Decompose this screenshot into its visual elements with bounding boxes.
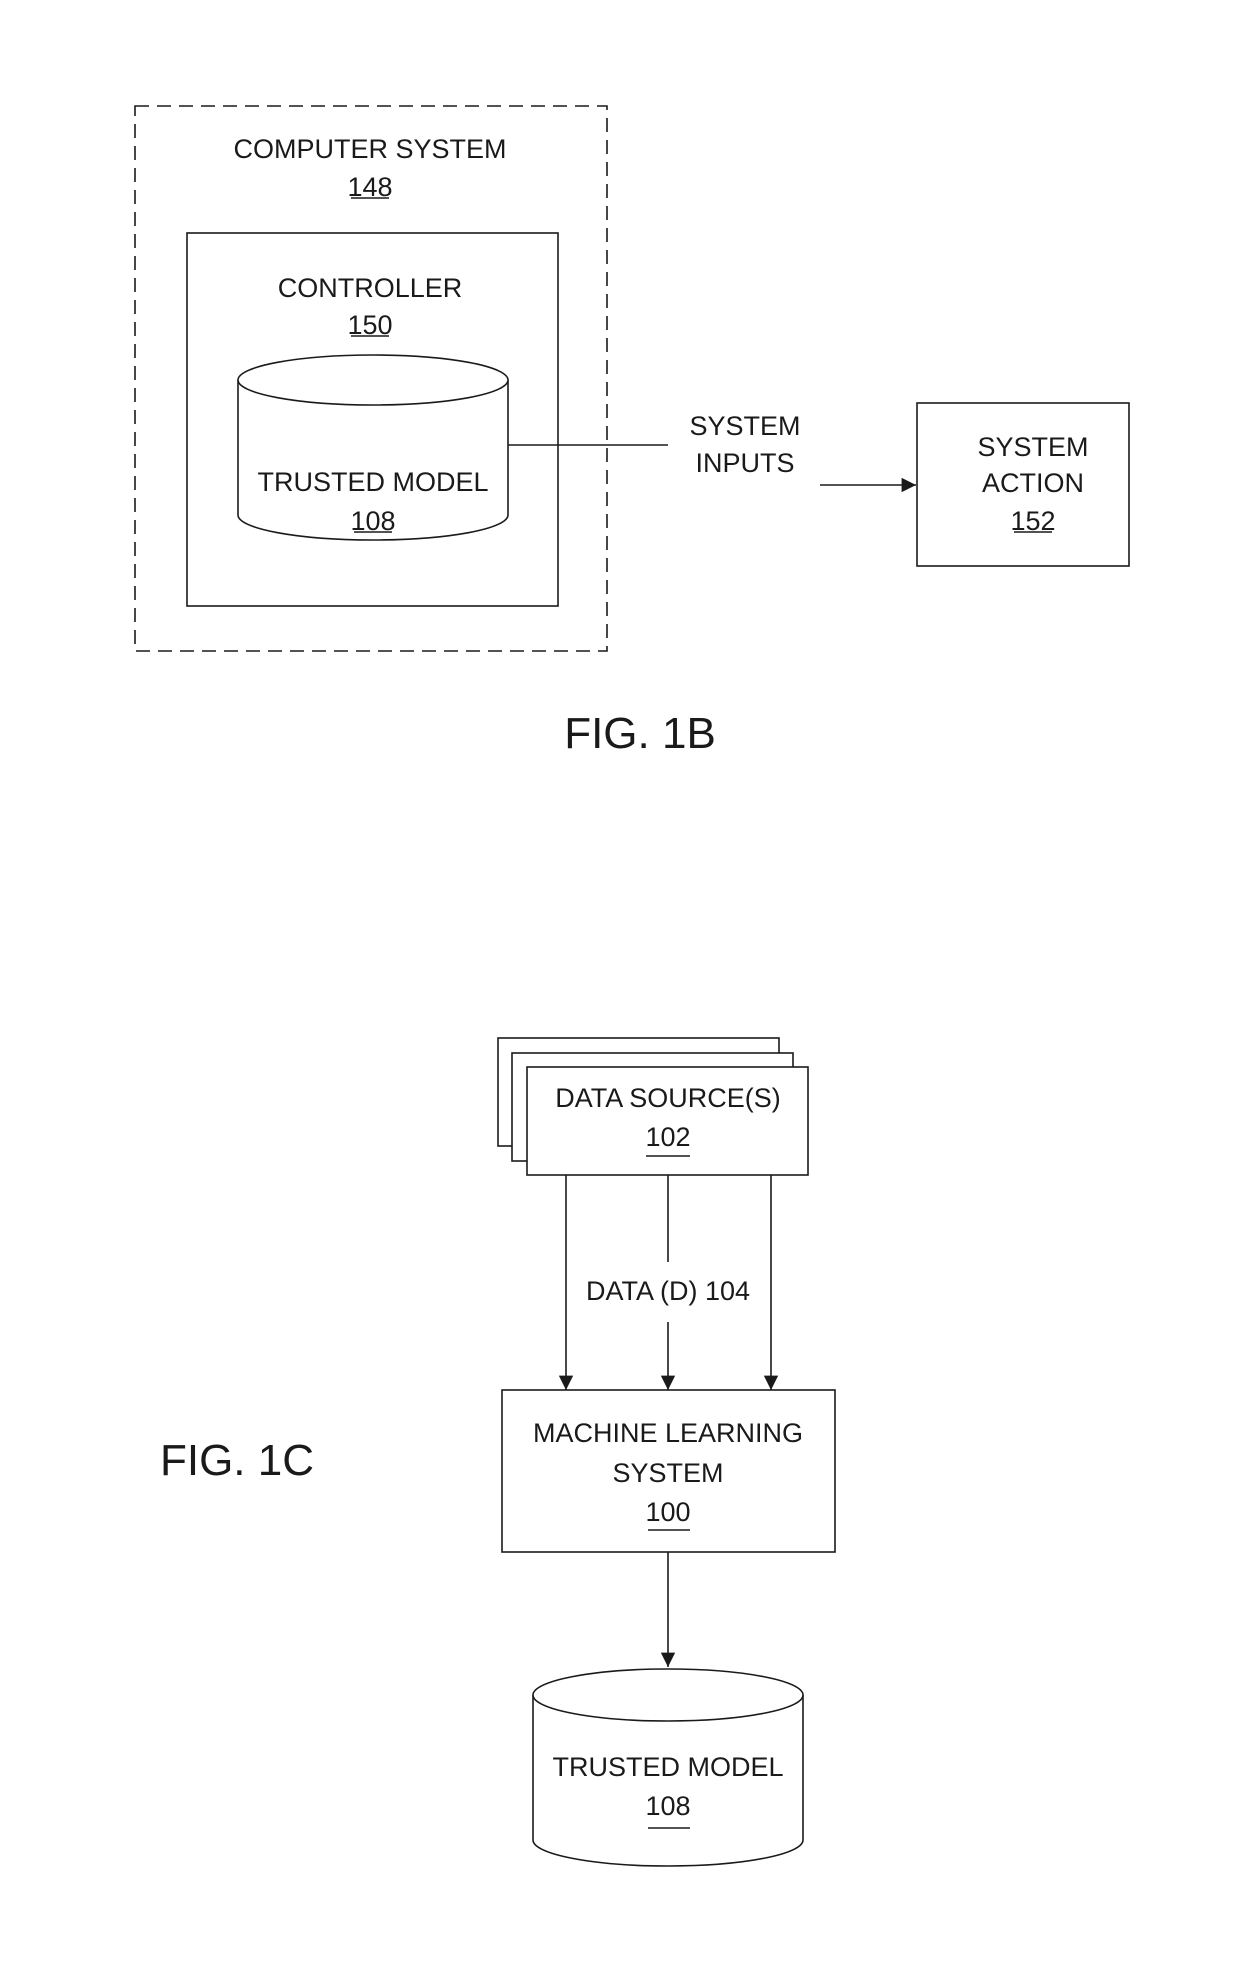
computer-system-label: COMPUTER SYSTEM xyxy=(233,134,506,164)
fig-1b-caption: FIG. 1B xyxy=(564,709,716,758)
system-inputs-label-line2: INPUTS xyxy=(695,448,794,478)
trusted-model-1c-label: TRUSTED MODEL xyxy=(552,1752,783,1782)
trusted-model-1c-ref: 108 xyxy=(645,1791,690,1821)
ml-system-label-line2: SYSTEM xyxy=(612,1458,723,1488)
fig-1c-caption: FIG. 1C xyxy=(160,1436,314,1485)
data-sources-ref: 102 xyxy=(645,1122,690,1152)
ml-system-label-line1: MACHINE LEARNING xyxy=(533,1418,803,1448)
system-action-label-line1: SYSTEM xyxy=(977,432,1088,462)
system-action-label-line2: ACTION xyxy=(982,468,1084,498)
ml-system-ref: 100 xyxy=(645,1497,690,1527)
system-inputs-label-line1: SYSTEM xyxy=(689,411,800,441)
data-flow-label: DATA (D) 104 xyxy=(586,1276,750,1306)
data-sources-label: DATA SOURCE(S) xyxy=(555,1083,781,1113)
controller-label: CONTROLLER xyxy=(278,273,463,303)
patent-figure-sheet: COMPUTER SYSTEM 148 CONTROLLER 150 TRUST… xyxy=(134,105,1130,1867)
trusted-model-label: TRUSTED MODEL xyxy=(257,467,488,497)
fig-1c: DATA SOURCE(S) 102 DATA (D) 104 MACHINE … xyxy=(160,1037,836,1867)
fig-1b: COMPUTER SYSTEM 148 CONTROLLER 150 TRUST… xyxy=(134,105,1130,758)
